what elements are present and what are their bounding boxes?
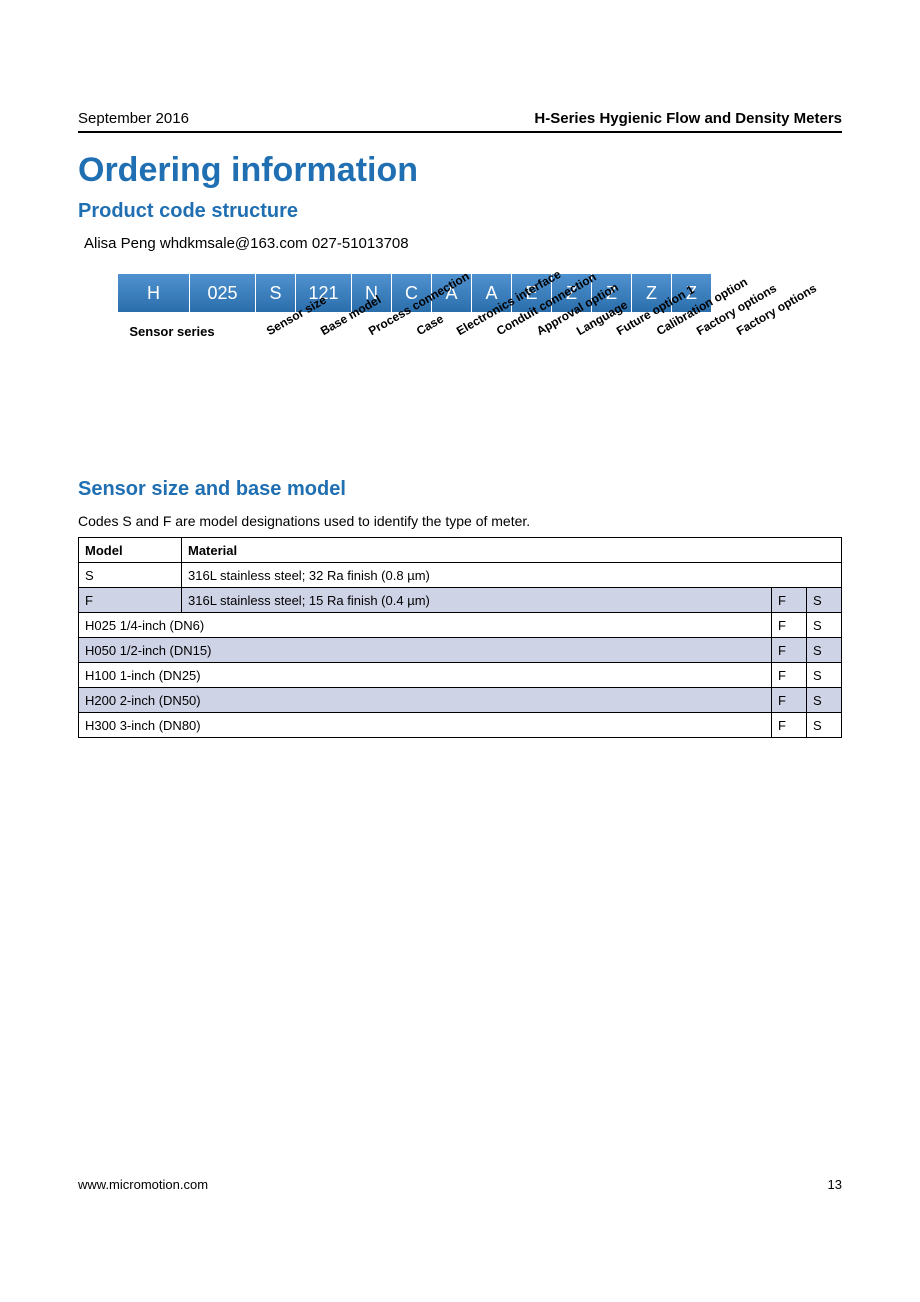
contact-line: Alisa Peng whdkmsale@163.com 027-5101370…	[84, 235, 842, 252]
table-row: H025 1/4-inch (DN6) F S	[79, 613, 842, 638]
table-row: H300 3-inch (DN80) F S	[79, 713, 842, 738]
cell-s: S	[807, 613, 842, 638]
footer-page-number: 13	[828, 1177, 842, 1192]
cell-s: S	[807, 638, 842, 663]
cell-s: S	[807, 663, 842, 688]
cell-f: F	[772, 713, 807, 738]
table-row: S 316L stainless steel; 32 Ra finish (0.…	[79, 563, 842, 588]
label-sensor-series: Sensor series	[118, 312, 226, 432]
cell-material: 316L stainless steel; 15 Ra finish (0.4 …	[182, 588, 772, 613]
footer-url: www.micromotion.com	[78, 1177, 208, 1192]
code-box-sensor-size: 025	[190, 274, 256, 312]
cell-f: F	[772, 638, 807, 663]
cell-size: H025 1/4-inch (DN6)	[79, 613, 772, 638]
code-box-base-model: S	[256, 274, 296, 312]
section-product-code-structure: Product code structure	[78, 200, 842, 223]
cell-material: 316L stainless steel; 32 Ra finish (0.8 …	[182, 563, 842, 588]
sensor-table: Model Material S 316L stainless steel; 3…	[78, 537, 842, 738]
th-model: Model	[79, 538, 182, 563]
cell-f: F	[772, 663, 807, 688]
header-date: September 2016	[78, 110, 189, 127]
cell-size: H050 1/2-inch (DN15)	[79, 638, 772, 663]
code-box-sensor-series: H	[118, 274, 190, 312]
table-header-row: Model Material	[79, 538, 842, 563]
page-title: Ordering information	[78, 151, 842, 190]
cell-s: S	[807, 688, 842, 713]
table-row: H050 1/2-inch (DN15) F S	[79, 638, 842, 663]
th-material: Material	[182, 538, 842, 563]
page: September 2016 H-Series Hygienic Flow an…	[0, 0, 920, 1302]
cell-model: F	[79, 588, 182, 613]
cell-f-header: F	[772, 588, 807, 613]
cell-f: F	[772, 688, 807, 713]
section-sensor-size-base-model: Sensor size and base model	[78, 478, 842, 501]
sensor-note: Codes S and F are model designations use…	[78, 513, 842, 529]
cell-size: H100 1-inch (DN25)	[79, 663, 772, 688]
cell-size: H200 2-inch (DN50)	[79, 688, 772, 713]
code-label-row: Sensor series Sensor size Base model Pro…	[118, 312, 842, 432]
cell-f: F	[772, 613, 807, 638]
running-header: September 2016 H-Series Hygienic Flow an…	[78, 110, 842, 133]
cell-s: S	[807, 713, 842, 738]
cell-s-header: S	[807, 588, 842, 613]
table-row: H200 2-inch (DN50) F S	[79, 688, 842, 713]
header-title: H-Series Hygienic Flow and Density Meter…	[534, 110, 842, 127]
label-case: Case	[414, 312, 446, 338]
cell-size: H300 3-inch (DN80)	[79, 713, 772, 738]
running-footer: www.micromotion.com 13	[78, 1177, 842, 1192]
table-row: H100 1-inch (DN25) F S	[79, 663, 842, 688]
cell-model: S	[79, 563, 182, 588]
table-row: F 316L stainless steel; 15 Ra finish (0.…	[79, 588, 842, 613]
